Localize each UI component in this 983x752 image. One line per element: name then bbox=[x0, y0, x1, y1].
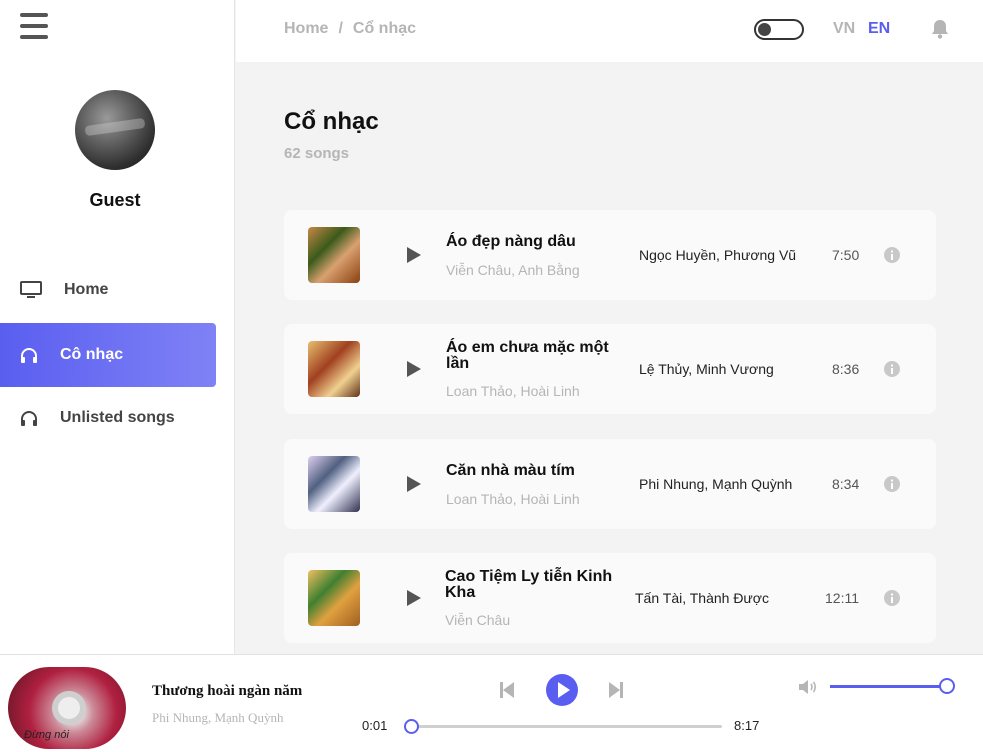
sidebar-item-label: Cô nhạc bbox=[60, 346, 124, 363]
play-icon[interactable] bbox=[406, 475, 422, 498]
bell-icon[interactable] bbox=[930, 18, 950, 45]
song-row[interactable]: Áo đẹp nàng dâu Viễn Châu, Anh Bằng Ngọc… bbox=[284, 210, 936, 300]
song-composer: Loan Thảo, Hoài Linh bbox=[446, 383, 580, 399]
username: Guest bbox=[89, 190, 141, 210]
cd-disc bbox=[52, 691, 86, 725]
sidebar-item-home[interactable]: Home bbox=[0, 258, 216, 322]
album-cover bbox=[308, 456, 360, 512]
headphones-icon bbox=[20, 410, 38, 426]
sidebar: Guest Home Cô nhạc Unlisted songs bbox=[0, 0, 235, 654]
album-cover bbox=[308, 227, 360, 283]
menu-icon[interactable] bbox=[20, 13, 48, 39]
song-row[interactable]: Áo em chưa mặc một lần Loan Thảo, Hoài L… bbox=[284, 324, 936, 414]
song-title: Cao Tiệm Ly tiễn Kinh Kha bbox=[445, 568, 613, 601]
song-composer: Viễn Châu bbox=[445, 612, 511, 628]
progress-slider[interactable] bbox=[403, 719, 722, 734]
volume-icon[interactable] bbox=[798, 679, 818, 700]
monitor-icon bbox=[20, 281, 42, 299]
info-icon[interactable] bbox=[884, 361, 900, 382]
song-count: 62 songs bbox=[284, 145, 350, 162]
play-icon[interactable] bbox=[406, 360, 422, 383]
now-playing-artist: Phi Nhung, Mạnh Quỳnh bbox=[152, 710, 284, 725]
song-title: Áo đẹp nàng dâu bbox=[446, 233, 576, 250]
song-singers: Ngọc Huyền, Phương Vũ bbox=[639, 247, 797, 263]
music-player: Đừng nói Thương hoài ngàn năm Phi Nhung,… bbox=[0, 654, 983, 752]
volume-fill bbox=[830, 685, 947, 688]
total-time: 8:17 bbox=[734, 718, 760, 733]
now-playing-cover: Đừng nói bbox=[8, 667, 126, 749]
info-icon[interactable] bbox=[884, 247, 900, 268]
song-row[interactable]: Cao Tiệm Ly tiễn Kinh Kha Viễn Châu Tấn … bbox=[284, 553, 936, 643]
breadcrumb: Home / Cổ nhạc bbox=[284, 20, 416, 38]
sidebar-item-label: Home bbox=[64, 281, 109, 298]
current-time: 0:01 bbox=[362, 718, 388, 733]
top-bar: Home / Cổ nhạc VN EN bbox=[236, 0, 983, 62]
volume-thumb[interactable] bbox=[939, 678, 955, 694]
song-title: Áo em chưa mặc một lần bbox=[446, 339, 609, 372]
lang-en-button[interactable]: EN bbox=[868, 20, 890, 38]
song-duration: 12:11 bbox=[825, 590, 859, 606]
breadcrumb-current: Cổ nhạc bbox=[352, 20, 417, 37]
info-icon[interactable] bbox=[884, 476, 900, 497]
volume-slider[interactable] bbox=[830, 678, 955, 694]
song-row[interactable]: Căn nhà màu tím Loan Thảo, Hoài Linh Phi… bbox=[284, 439, 936, 529]
progress-thumb[interactable] bbox=[403, 719, 419, 734]
song-singers: Tấn Tài, Thành Được bbox=[635, 590, 769, 606]
album-cover bbox=[308, 341, 360, 397]
headphones-icon bbox=[20, 347, 38, 363]
next-track-icon[interactable] bbox=[607, 681, 625, 704]
page-title: Cổ nhạc bbox=[284, 108, 379, 135]
info-icon[interactable] bbox=[884, 590, 900, 611]
breadcrumb-home[interactable]: Home bbox=[284, 20, 328, 37]
song-duration: 8:34 bbox=[832, 476, 860, 492]
song-title: Căn nhà màu tím bbox=[446, 462, 575, 479]
song-duration: 7:50 bbox=[832, 247, 860, 263]
cover-text: Đừng nói bbox=[24, 729, 69, 741]
play-icon[interactable] bbox=[406, 589, 422, 612]
album-cover bbox=[308, 570, 360, 626]
song-composer: Viễn Châu, Anh Bằng bbox=[446, 262, 580, 278]
song-singers: Phi Nhung, Mạnh Quỳnh bbox=[639, 476, 793, 492]
previous-track-icon[interactable] bbox=[498, 681, 516, 704]
lang-vn-button[interactable]: VN bbox=[833, 20, 855, 38]
sidebar-item-unlisted-songs[interactable]: Unlisted songs bbox=[0, 386, 216, 450]
now-playing-title: Thương hoài ngàn năm bbox=[152, 683, 303, 699]
sidebar-item-label: Unlisted songs bbox=[60, 409, 175, 426]
song-composer: Loan Thảo, Hoài Linh bbox=[446, 491, 580, 507]
avatar bbox=[75, 90, 155, 170]
sidebar-item-co-nhac[interactable]: Cô nhạc bbox=[0, 323, 216, 387]
play-pause-button[interactable] bbox=[546, 674, 578, 706]
play-icon[interactable] bbox=[406, 246, 422, 269]
toggle-knob bbox=[758, 23, 771, 36]
song-duration: 8:36 bbox=[832, 361, 860, 377]
theme-toggle[interactable] bbox=[754, 19, 804, 40]
song-singers: Lệ Thủy, Minh Vương bbox=[639, 361, 774, 377]
breadcrumb-separator: / bbox=[338, 20, 343, 37]
